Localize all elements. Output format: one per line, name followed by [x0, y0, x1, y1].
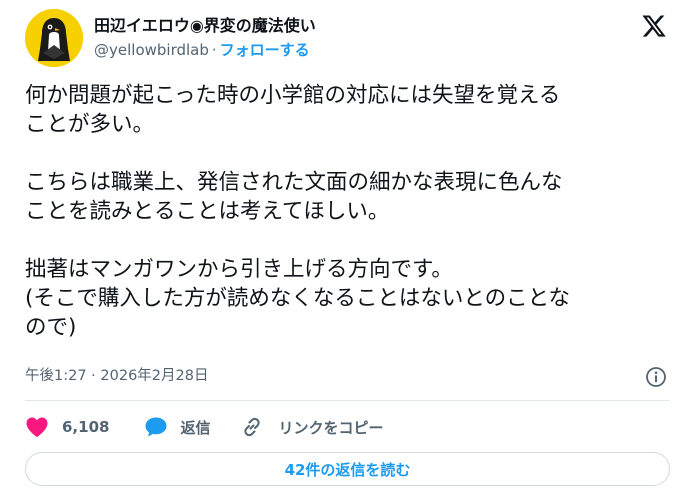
tweet-line: 何か問題が起こった時の小学館の対応には失望を覚える: [25, 83, 561, 108]
avatar[interactable]: [25, 9, 83, 67]
tweet-line: ことを読みとることは考えてほしい。: [25, 199, 390, 224]
like-button[interactable]: 6,108: [25, 416, 109, 438]
display-name[interactable]: 田辺イエロウ◉界変の魔法使い: [94, 12, 316, 36]
heart-icon: [26, 417, 48, 437]
reply-label: 返信: [180, 418, 211, 437]
speech-bubble-icon: [145, 417, 167, 437]
link-icon: [244, 417, 261, 437]
separator: ·: [211, 41, 217, 59]
read-replies-button[interactable]: 42件の返信を読む: [25, 452, 670, 486]
info-icon[interactable]: [645, 366, 667, 388]
divider: [25, 400, 670, 401]
tweet-text: 何か問題が起こった時の小学館の対応には失望を覚える ことが多い。 こちらは職業上…: [25, 81, 665, 342]
tweet-line: 拙著はマンガワンから引き上げる方向です。: [25, 257, 453, 282]
tweet-line: こちらは職業上、発信された文面の細かな表現に色んな: [25, 170, 563, 195]
tweet-card: 田辺イエロウ◉界変の魔法使い @yellowbirdlab · フォローする 何か問…: [0, 0, 693, 493]
penguin-avatar-icon: [25, 9, 83, 67]
follow-button[interactable]: フォローする: [220, 41, 310, 59]
user-handle[interactable]: @yellowbirdlab: [94, 41, 209, 59]
tweet-line: ことが多い。: [25, 112, 155, 137]
handle-row: @yellowbirdlab · フォローする: [94, 39, 310, 60]
x-logo-icon[interactable]: [641, 13, 667, 39]
copy-link-label: リンクをコピー: [278, 418, 384, 437]
tweet-line: (そこで購入した方が読めなくなることはないとのことな: [25, 286, 571, 311]
reply-button[interactable]: 返信: [144, 416, 210, 438]
like-count: 6,108: [62, 418, 110, 436]
tweet-line: ので): [25, 315, 77, 340]
copy-link-button[interactable]: リンクをコピー: [240, 415, 383, 439]
action-bar: 6,108 返信 リンクをコピー: [25, 413, 383, 441]
tweet-timestamp[interactable]: 午後1:27 · 2026年2月28日: [25, 364, 208, 385]
